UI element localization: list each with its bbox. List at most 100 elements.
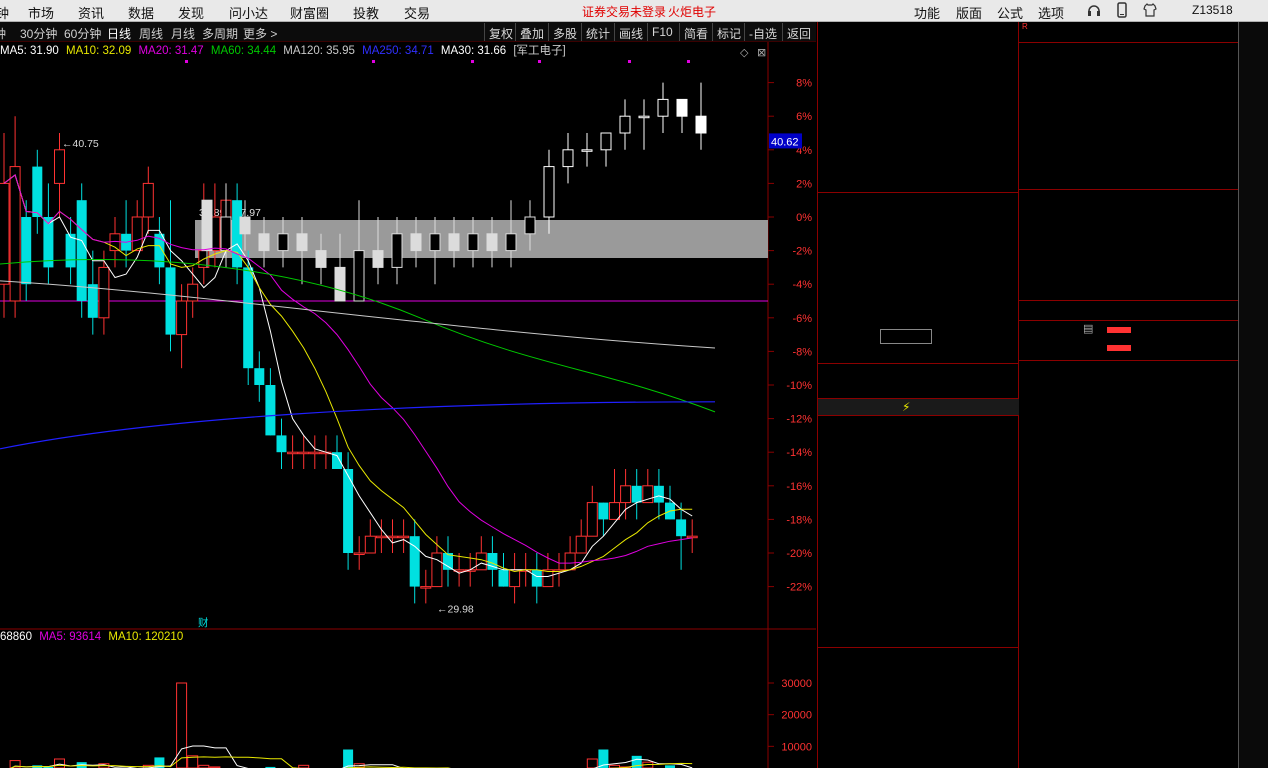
bid-row-4[interactable] xyxy=(818,244,1020,261)
candle-body xyxy=(187,283,199,302)
restore-rights-button[interactable]: 复权 xyxy=(484,23,517,41)
quote-row xyxy=(1019,133,1238,150)
menu-item-clock[interactable]: 钟 xyxy=(0,3,9,22)
candle-down xyxy=(76,183,87,318)
bid-row-2[interactable] xyxy=(818,210,1020,227)
event-dot xyxy=(471,60,474,63)
phone-icon[interactable] xyxy=(1114,2,1130,18)
period-month[interactable]: 月线 xyxy=(171,25,195,42)
menu-item-discover[interactable]: 发现 xyxy=(178,3,204,22)
period-multi[interactable]: 多周期 xyxy=(202,25,238,42)
bid-row-8[interactable] xyxy=(818,312,1020,329)
account-id[interactable]: Z13518 xyxy=(1192,3,1233,17)
headset-icon[interactable] xyxy=(1086,2,1102,18)
chart-background xyxy=(0,42,816,768)
quote-row xyxy=(1019,48,1238,65)
y-tick-label: -6% xyxy=(792,313,812,325)
quote-row xyxy=(1019,210,1238,227)
tick-row xyxy=(1019,379,1238,396)
ask-row-10[interactable] xyxy=(818,22,1020,39)
bid-row-10[interactable] xyxy=(818,346,1020,363)
menu-item-function[interactable]: 功能 xyxy=(914,3,940,22)
candle-body xyxy=(265,385,276,436)
candle-body xyxy=(298,451,310,455)
f10-button[interactable]: F10 xyxy=(647,23,677,41)
ask-row-4[interactable] xyxy=(818,124,1020,141)
ma120-label: MA120: 35.95 xyxy=(283,45,355,57)
divider xyxy=(1019,360,1238,361)
flow5-row[interactable] xyxy=(1019,340,1238,357)
period-day[interactable]: 日线 xyxy=(107,25,131,42)
candle-body xyxy=(475,552,487,571)
ask-row-3[interactable] xyxy=(818,141,1020,158)
tick-row xyxy=(1019,429,1238,446)
mark-button[interactable]: 标记 xyxy=(712,23,745,41)
divider xyxy=(818,647,1020,648)
login-status[interactable]: 证券交易未登录 xyxy=(582,3,666,20)
volume-tick-label: 20000 xyxy=(781,710,812,722)
remove-watchlist-button[interactable]: -自选 xyxy=(744,23,781,41)
candle-body xyxy=(575,535,587,554)
ask-row-5[interactable] xyxy=(818,107,1020,124)
ask-row-9[interactable] xyxy=(818,39,1020,56)
period-60min[interactable]: 60分钟 xyxy=(64,25,101,42)
sector-tag[interactable]: [军工电子] xyxy=(513,45,565,57)
menu-item-layout[interactable]: 版面 xyxy=(956,3,982,22)
ask-row-7[interactable] xyxy=(818,73,1020,90)
menu-item-news[interactable]: 资讯 xyxy=(78,3,104,22)
bid-row-7[interactable] xyxy=(818,295,1020,312)
draw-line-button[interactable]: 画线 xyxy=(614,23,647,41)
main-flow-row[interactable]: ▤ xyxy=(1019,322,1238,339)
candle-body xyxy=(32,166,43,217)
quote-row xyxy=(1019,150,1238,167)
tick-row xyxy=(1019,496,1238,513)
y-tick-label: -8% xyxy=(792,346,812,358)
ask-row-1[interactable] xyxy=(818,175,1020,192)
back-button[interactable]: 返回 xyxy=(782,23,815,41)
tick-row xyxy=(1019,412,1238,429)
ma-legend: MA5: 31.90 MA10: 32.09 MA20: 31.47 MA60:… xyxy=(0,42,570,58)
bid-row-1[interactable] xyxy=(818,193,1020,210)
period-minute[interactable]: 钟 xyxy=(0,25,6,42)
candle-body xyxy=(277,233,289,252)
kline-chart[interactable]: 8%6%4%2%0%-2%-4%-6%-8%-10%-12%-14%-16%-1… xyxy=(0,42,816,768)
bid-row-3[interactable] xyxy=(818,227,1020,244)
period-week[interactable]: 周线 xyxy=(139,25,163,42)
candle-body xyxy=(498,569,509,587)
menu-item-education[interactable]: 投教 xyxy=(353,3,379,22)
menu-item-wealth[interactable]: 财富圈 xyxy=(290,3,329,22)
candle-body xyxy=(676,519,687,537)
candle-body xyxy=(353,250,365,302)
candle-body xyxy=(410,233,422,252)
status-stock-name: 火炬电子 xyxy=(668,5,717,19)
event-dot xyxy=(687,60,690,63)
menu-item-trade[interactable]: 交易 xyxy=(404,3,430,22)
menu-item-data[interactable]: 数据 xyxy=(128,3,154,22)
period-more[interactable]: 更多 > xyxy=(243,25,277,42)
simple-view-button[interactable]: 简看 xyxy=(679,23,712,41)
candle-body xyxy=(448,233,460,252)
candle-body xyxy=(631,485,642,503)
bid-row-5[interactable] xyxy=(818,261,1020,278)
shirt-icon[interactable] xyxy=(1142,2,1158,18)
menu-item-market[interactable]: 市场 xyxy=(28,3,54,22)
volume-bar xyxy=(176,682,188,768)
menu-item-options[interactable]: 选项 xyxy=(1038,3,1064,22)
y-tick-label: -10% xyxy=(786,380,812,392)
menu-item-ask[interactable]: 问小达 xyxy=(229,3,268,22)
candle-body xyxy=(372,250,384,268)
candle-body xyxy=(505,233,517,252)
ask-row-8[interactable] xyxy=(818,56,1020,73)
order-tabs: ⚡ xyxy=(818,398,1020,416)
ask-row-2[interactable] xyxy=(818,158,1020,175)
tick-row xyxy=(1019,748,1238,765)
multi-stock-button[interactable]: 多股 xyxy=(548,23,581,41)
ask-row-6[interactable] xyxy=(818,90,1020,107)
menu-item-formula[interactable]: 公式 xyxy=(997,3,1023,22)
tick-row xyxy=(1019,446,1238,463)
stats-button[interactable]: 统计 xyxy=(581,23,614,41)
period-30min[interactable]: 30分钟 xyxy=(20,25,57,42)
candle-body xyxy=(600,132,612,151)
bid-row-6[interactable] xyxy=(818,278,1020,295)
overlay-button[interactable]: 叠加 xyxy=(515,23,548,41)
